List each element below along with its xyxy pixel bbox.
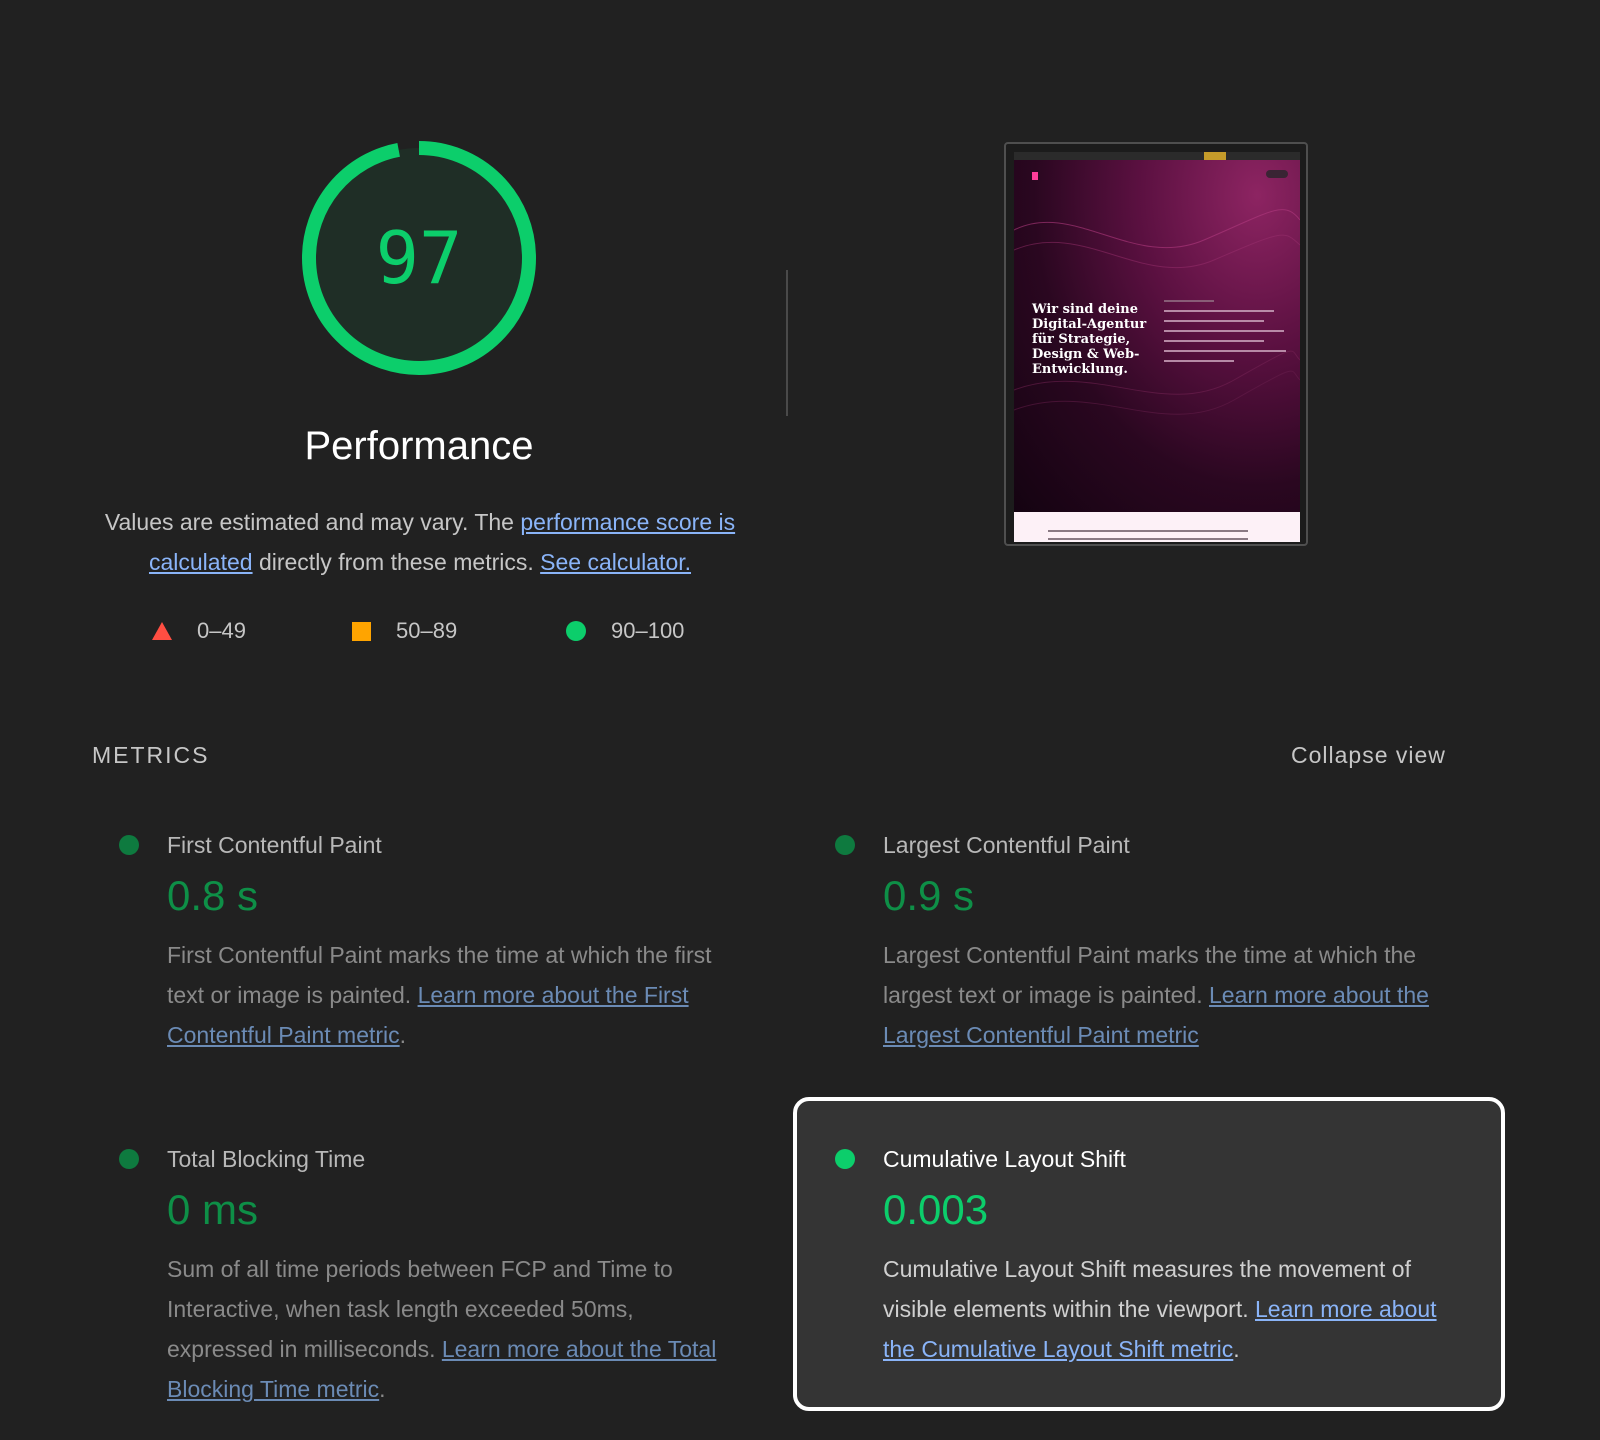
- thumbnail-list: [1164, 300, 1294, 370]
- performance-gauge: 97: [297, 136, 541, 380]
- thumbnail-heading: Wir sind deine Digital-Agentur für Strat…: [1032, 302, 1147, 377]
- metric-title: Largest Contentful Paint: [883, 832, 1130, 858]
- performance-score: 97: [375, 216, 463, 300]
- metric-value: 0.9 s: [883, 872, 975, 919]
- description-prefix: Values are estimated and may vary. The: [104, 509, 521, 535]
- metric-title: First Contentful Paint: [167, 832, 382, 858]
- pass-circle-icon: [119, 1149, 139, 1169]
- pass-circle-icon: [119, 835, 139, 855]
- metric-value: 0.003: [883, 1186, 989, 1233]
- metric-description: Largest Contentful Paint marks the time …: [883, 935, 1483, 1055]
- divider: [786, 270, 788, 416]
- legend-item-fail: 0–49: [152, 618, 246, 644]
- triangle-icon: [152, 622, 172, 640]
- square-icon: [352, 621, 371, 641]
- legend-item-pass: 90–100: [566, 618, 684, 644]
- metric-value: 0 ms: [167, 1186, 259, 1233]
- metric-title: Cumulative Layout Shift: [883, 1146, 1126, 1172]
- pass-circle-icon: [835, 835, 855, 855]
- score-legend: 0–49 50–89 90–100: [0, 618, 838, 648]
- metric-description: Sum of all time periods between FCP and …: [167, 1249, 727, 1409]
- legend-label: 90–100: [611, 618, 685, 643]
- collapse-view-button[interactable]: Collapse view: [1291, 742, 1446, 769]
- thumbnail-admin-bar: [1014, 152, 1300, 160]
- thumbnail-footer: [1014, 512, 1300, 542]
- description-middle: directly from these metrics.: [252, 549, 541, 575]
- thumbnail-hero: Wir sind deine Digital-Agentur für Strat…: [1014, 160, 1300, 512]
- metric-tbt[interactable]: Total Blocking Time 0 ms Sum of all time…: [119, 1143, 807, 1409]
- metric-description: First Contentful Paint marks the time at…: [167, 935, 722, 1055]
- performance-description: Values are estimated and may vary. The p…: [92, 502, 748, 582]
- metric-description: Cumulative Layout Shift measures the mov…: [883, 1249, 1453, 1369]
- see-calculator-link[interactable]: See calculator.: [540, 549, 691, 575]
- metric-desc-suffix: .: [1233, 1336, 1240, 1362]
- legend-label: 0–49: [197, 618, 246, 643]
- metric-lcp[interactable]: Largest Contentful Paint 0.9 s Largest C…: [835, 829, 1523, 1055]
- metric-title: Total Blocking Time: [167, 1146, 366, 1172]
- metrics-heading: METRICS: [92, 742, 210, 768]
- page-screenshot-thumbnail[interactable]: Wir sind deine Digital-Agentur für Strat…: [1004, 142, 1308, 546]
- metric-fcp[interactable]: First Contentful Paint 0.8 s First Conte…: [119, 829, 807, 1055]
- metric-value: 0.8 s: [167, 872, 259, 919]
- circle-icon: [566, 621, 586, 641]
- metric-cls[interactable]: Cumulative Layout Shift 0.003 Cumulative…: [835, 1143, 1523, 1369]
- legend-label: 50–89: [396, 618, 458, 643]
- metric-desc-suffix: .: [399, 1022, 407, 1048]
- site-logo-icon: [1032, 172, 1038, 180]
- menu-button-icon: [1266, 170, 1288, 178]
- pass-circle-icon: [835, 1149, 855, 1169]
- metric-desc-suffix: .: [379, 1376, 386, 1402]
- legend-item-average: 50–89: [352, 618, 457, 644]
- performance-title: Performance: [304, 424, 534, 468]
